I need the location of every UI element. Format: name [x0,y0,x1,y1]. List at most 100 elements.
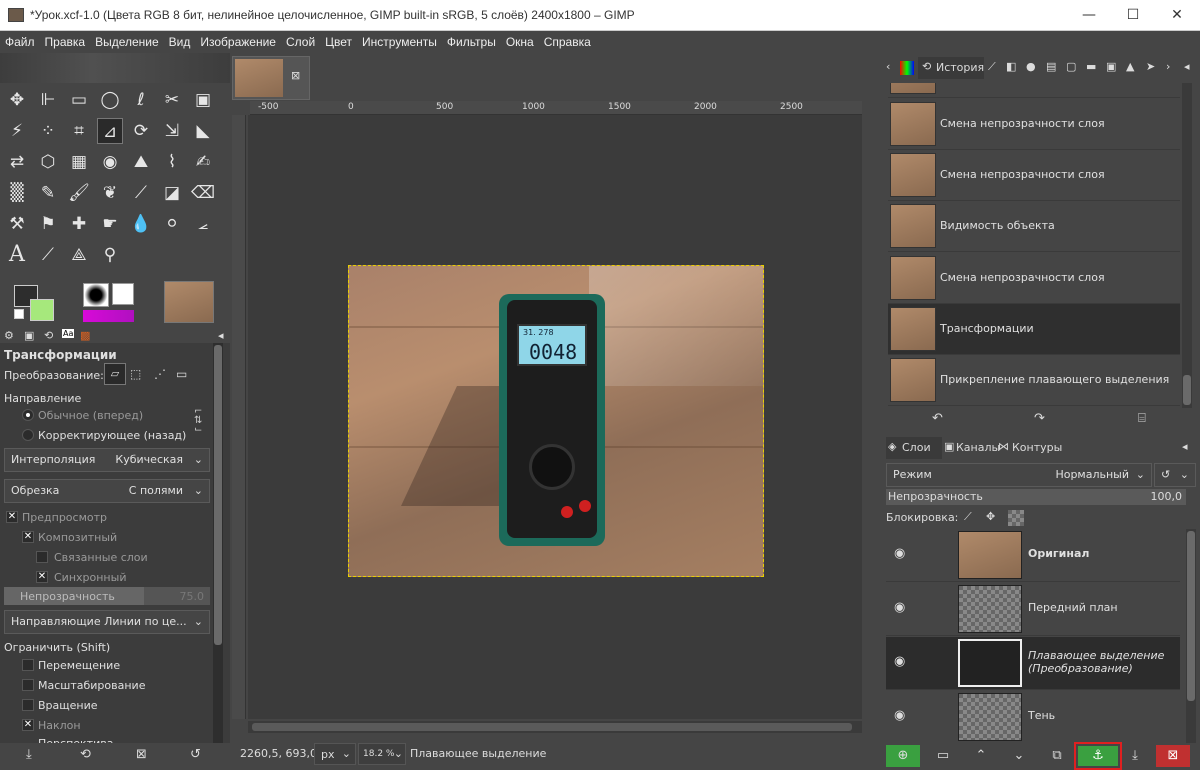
lock-pixels-icon[interactable]: ⟋ [964,510,972,524]
measure-angle-icon[interactable]: ⟁ [66,242,92,268]
tab-layers[interactable]: ◈ Слои [886,437,942,459]
history-item[interactable] [888,83,1180,98]
fonts-dock-tab-icon[interactable]: ▢ [1066,60,1076,73]
transform-path-icon[interactable]: ⋰ [154,367,166,381]
shear-tool-icon[interactable]: ◣ [190,118,216,144]
dodge-burn-icon[interactable]: ⚪ [159,211,185,237]
guides-combo[interactable]: Направляющие Линии по це... ⌄ [4,610,210,634]
zoom-combo[interactable]: 18.2 % ⌄ [358,743,406,765]
layer-mode-combo[interactable]: Режим Нормальный ⌄ [886,463,1152,487]
menu-color[interactable]: Цвет [320,31,357,53]
paths-tool-icon[interactable]: ⌇ [159,149,185,175]
save-options-icon[interactable]: ⤓ [26,747,32,762]
delete-options-icon[interactable]: ⊠ [136,747,147,762]
layer-row[interactable]: ◉ Оригинал [886,529,1180,582]
transform-selection-icon[interactable]: ⬚ [130,367,141,381]
synchronous-checkbox[interactable]: ✕ [36,571,48,583]
flip-tool-icon[interactable]: ⇄ [4,149,30,175]
raise-layer-button[interactable]: ⌃ [964,745,998,767]
layer-row-selected[interactable]: ◉ Плавающее выделение (Преобразование) [886,637,1180,690]
options-scrollbar[interactable] [213,343,223,743]
background-color[interactable] [30,299,54,321]
images-tab-icon[interactable]: ▩ [80,329,90,342]
fonts-tab-icon[interactable]: Aa [62,329,75,338]
transform-image-icon[interactable]: ▭ [176,367,187,381]
canvas-hscroll[interactable] [248,721,862,733]
menu-file[interactable]: Файл [0,31,40,53]
history-item-selected[interactable]: Трансформации [888,304,1180,355]
composite-checkbox[interactable]: ✕ [22,531,34,543]
bucket-fill-icon[interactable]: ⛰ [128,149,154,175]
opacity-slider[interactable]: Непрозрачность 75.0 [4,587,210,605]
constrain-rotate-checkbox[interactable] [22,699,34,711]
new-group-button[interactable]: ▭ [926,745,960,767]
delete-layer-button[interactable]: ⊠ [1156,745,1190,767]
history-item[interactable]: Прикрепление плавающего выделения [888,355,1180,406]
close-window-button[interactable]: ✕ [1162,4,1192,26]
ink-tool-icon[interactable]: ◪ [159,180,185,206]
direction-normal-radio[interactable] [22,409,34,421]
blur-tool-icon[interactable]: 💧 [128,211,154,237]
unified-transform-icon[interactable]: ⊿ [97,118,123,144]
image-canvas[interactable]: 31. 278 0048 [348,265,764,577]
align-tool-icon[interactable]: ⊩ [35,87,61,113]
scissors-select-icon[interactable]: ✂ [159,87,185,113]
text-tool-icon[interactable]: A [4,242,30,268]
tab-scroll-right-icon[interactable]: › [1166,60,1170,73]
linked-layers-checkbox[interactable] [36,551,48,563]
chain-link-icon[interactable]: ⌐ ⇅ ⌙ [194,407,202,435]
lock-position-icon[interactable]: ✥ [986,510,995,523]
minimize-button[interactable]: — [1074,4,1104,26]
ellipse-select-icon[interactable]: ◯ [97,87,123,113]
patterns-tab-icon[interactable]: ◧ [1006,60,1016,73]
new-layer-button[interactable]: ⊕ [886,745,920,767]
horizontal-ruler[interactable]: -500 0 500 1000 1500 2000 2500 [250,101,862,115]
tab-paths[interactable]: ⋈ Контуры [996,437,1066,459]
gradient-tool-icon[interactable]: ▒ [4,180,30,206]
gradient-preview[interactable] [83,310,134,322]
merge-down-button[interactable]: ⤓ [1118,745,1152,767]
restore-options-icon[interactable]: ⟲ [80,747,91,762]
history-item[interactable]: Смена непрозрачности слоя [888,150,1180,201]
eye-icon[interactable]: ◉ [894,654,914,669]
redo-icon[interactable]: ↷ [1034,411,1045,426]
mode-reset-combo[interactable]: ↺ ⌄ [1154,463,1196,487]
history-item[interactable]: Видимость объекта [888,201,1180,252]
vertical-ruler[interactable] [232,115,246,719]
anchor-layer-button[interactable]: ⚓ [1074,742,1122,770]
color-picker-icon[interactable]: ⟋ [35,242,61,268]
measure-tool-icon[interactable]: ⦟ [190,211,216,237]
layer-opacity-slider[interactable]: Непрозрачность 100,0 [886,489,1186,505]
history-item[interactable]: Смена непрозрачности слоя [888,253,1180,304]
direction-corrective-radio[interactable] [22,429,34,441]
airbrush-tool-icon[interactable]: ⟋ [128,180,154,206]
tab-history[interactable]: ⟲ История [918,57,984,79]
menu-image[interactable]: Изображение [195,31,281,53]
duplicate-layer-button[interactable]: ⧉ [1040,745,1074,767]
free-select-icon[interactable]: ℓ [128,87,154,113]
foreground-select-icon[interactable]: ▣ [190,87,216,113]
clipping-combo[interactable]: Обрезка С полями ⌄ [4,479,210,503]
mountain-tab-icon[interactable]: ▲ [1126,60,1134,73]
menu-select[interactable]: Выделение [90,31,164,53]
pattern-preview[interactable] [112,283,134,305]
menu-filters[interactable]: Фильтры [442,31,501,53]
eraser-tool-icon[interactable]: ⌫ [190,180,216,206]
eye-icon[interactable]: ◉ [894,546,914,561]
menu-tools[interactable]: Инструменты [357,31,442,53]
brush-dynamics-tab-icon[interactable]: ● [1026,60,1036,73]
fuzzy-select-icon[interactable]: ⚡ [4,118,30,144]
perspective-clone-icon[interactable]: ⚑ [35,211,61,237]
layers-menu-icon[interactable]: ◂ [1182,440,1188,453]
active-image-thumb[interactable] [164,281,214,323]
menu-help[interactable]: Справка [539,31,596,53]
brushes-tab-icon[interactable]: ⟋ [988,60,996,74]
device-status-tab-icon[interactable]: ▣ [24,329,34,342]
dock-menu-icon[interactable]: ◂ [1184,60,1190,73]
clone-tool-icon[interactable]: ⚒ [4,211,30,237]
close-tab-icon[interactable]: ⊠ [291,69,300,82]
scale-tool-icon[interactable]: ⇲ [159,118,185,144]
layer-row[interactable]: ◉ Передний план [886,583,1180,636]
gradients-tab-icon[interactable]: ▤ [1046,60,1056,73]
eye-icon[interactable]: ◉ [894,600,914,615]
